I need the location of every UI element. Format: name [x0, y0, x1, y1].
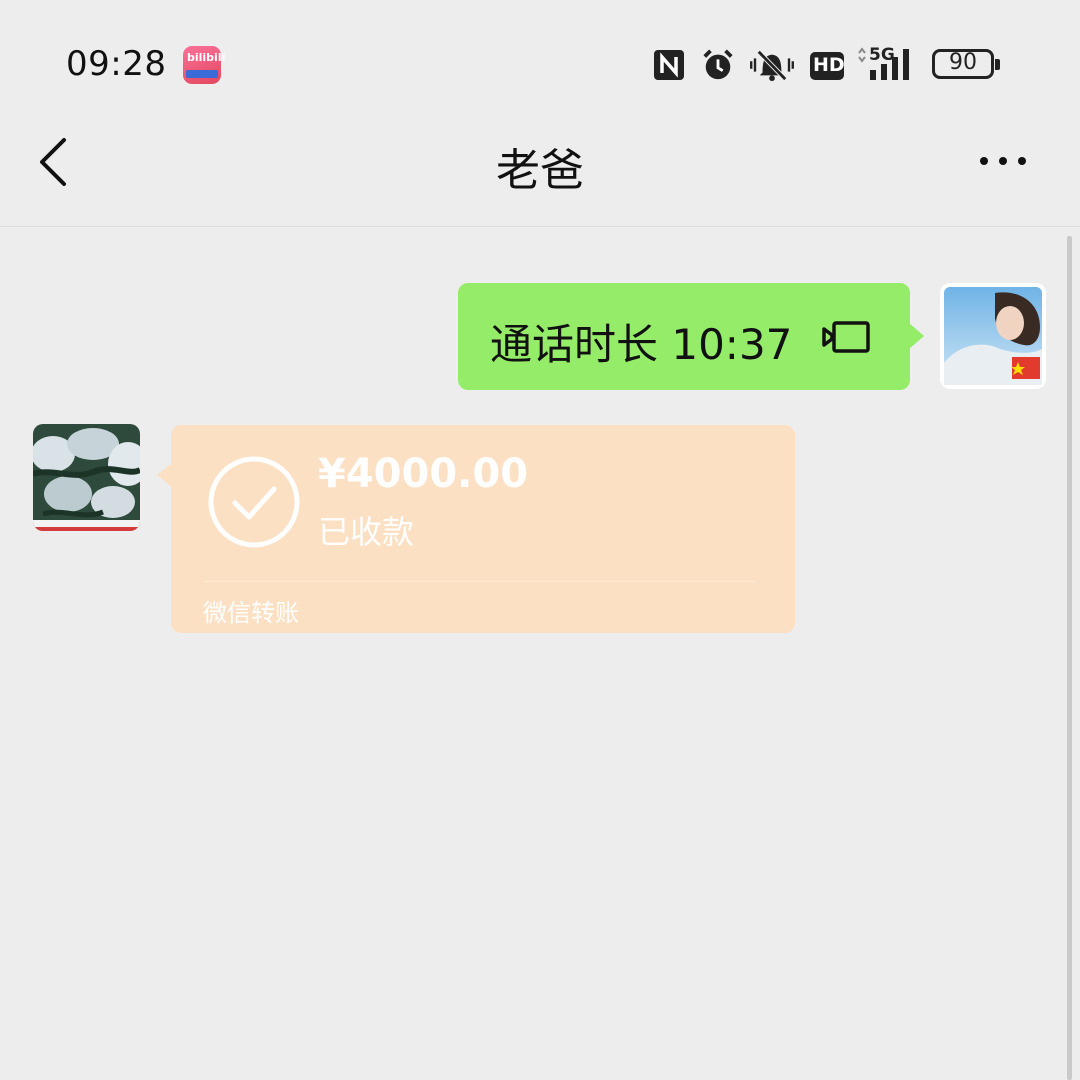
battery-icon: 90 — [932, 49, 1000, 79]
my-avatar[interactable] — [940, 283, 1046, 389]
video-call-icon — [822, 321, 870, 353]
avatar-photo — [33, 424, 140, 531]
chat-header: 老爸 — [0, 110, 1080, 227]
more-dots-icon[interactable] — [974, 146, 1034, 176]
status-time: 09:28 — [66, 44, 167, 84]
bilibili-app-icon: bilibili — [183, 46, 225, 84]
nfc-icon — [654, 50, 684, 80]
hd-icon: HD — [810, 52, 845, 80]
status-bar: 09:28 bilibili HD 5G 90 — [0, 0, 1080, 110]
chat-title: 老爸 — [496, 145, 584, 196]
transfer-status: 已收款 — [318, 513, 415, 551]
svg-text:5G: 5G — [869, 45, 895, 65]
divider — [203, 581, 755, 582]
alarm-icon — [703, 49, 733, 80]
5g-signal-icon: 5G — [858, 45, 909, 80]
call-duration-message[interactable]: 通话时长 10:37 — [458, 283, 924, 390]
scrollbar[interactable] — [1067, 236, 1072, 1080]
transfer-label: 微信转账 — [203, 599, 299, 627]
hd-label: HD — [813, 54, 845, 76]
app-icon-label: bilibili — [187, 51, 226, 64]
transfer-message[interactable]: ¥4000.00 已收款 微信转账 — [157, 425, 795, 633]
avatar-photo — [944, 287, 1042, 385]
app-icon-strip — [186, 70, 218, 78]
mute-icon — [750, 50, 794, 82]
battery-level: 90 — [949, 50, 977, 75]
check-circle-icon — [208, 456, 300, 548]
call-duration-text: 通话时长 10:37 — [490, 320, 793, 369]
contact-avatar[interactable] — [33, 424, 140, 531]
transfer-amount: ¥4000.00 — [318, 451, 529, 497]
